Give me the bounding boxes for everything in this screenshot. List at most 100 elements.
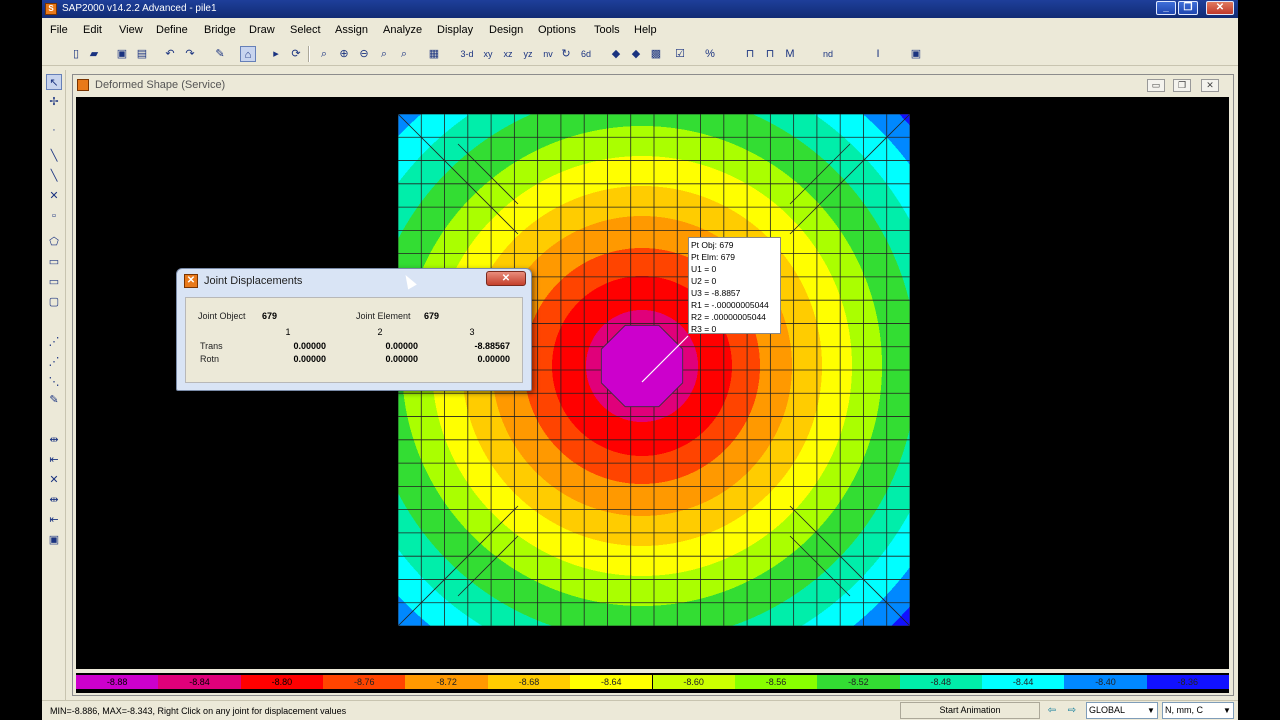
select-box-icon[interactable]: ▣: [46, 532, 62, 548]
print-icon[interactable]: ▤: [134, 46, 150, 62]
zoom-window-icon[interactable]: ⌕: [316, 46, 332, 62]
view-6d-button[interactable]: 6d: [578, 46, 594, 62]
dialog-title-bar[interactable]: ✕ Joint Displacements ✕: [177, 269, 531, 293]
snap-end-icon[interactable]: ⋰: [46, 354, 62, 370]
menu-help[interactable]: Help: [634, 23, 657, 37]
redo-icon[interactable]: ↷: [182, 46, 198, 62]
pencil-icon[interactable]: ✎: [212, 46, 228, 62]
frame-load-icon[interactable]: ⊓: [762, 46, 778, 62]
pan-icon[interactable]: ▦: [426, 46, 442, 62]
menu-file[interactable]: File: [50, 23, 68, 37]
zoom-previous-icon[interactable]: ⌕: [396, 46, 412, 62]
joint-displacements-dialog[interactable]: ✕ Joint Displacements ✕ Joint Object 679…: [176, 268, 532, 391]
menu-draw[interactable]: Draw: [249, 23, 275, 37]
check-icon[interactable]: ☑: [672, 46, 688, 62]
undo-icon[interactable]: ↶: [162, 46, 178, 62]
zoom-out-icon[interactable]: ⊖: [356, 46, 372, 62]
doc-minimize-button[interactable]: ▭: [1147, 79, 1165, 92]
menu-options[interactable]: Options: [538, 23, 576, 37]
rotate-view-button[interactable]: ↻: [558, 46, 574, 62]
step-left-icon[interactable]: ⇦: [1044, 703, 1060, 718]
units-select[interactable]: N, mm, C ▼: [1162, 702, 1234, 719]
refresh-icon[interactable]: ⟳: [288, 46, 304, 62]
view-xy-button[interactable]: xy: [480, 46, 496, 62]
close-button[interactable]: ✕: [1206, 1, 1234, 15]
start-animation-button[interactable]: Start Animation: [900, 702, 1040, 719]
set-display-icon[interactable]: ▩: [648, 46, 664, 62]
legend-segment: -8.40: [1064, 675, 1147, 689]
view-3d-button[interactable]: 3-d: [456, 46, 478, 62]
main-toolbar: ▯ ▰ ▣ ▤ ↶ ↷ ✎ ⌂ ▸ ⟳ ⌕ ⊕ ⊖ ⌕ ⌕ ▦ 3-d xy x…: [42, 42, 1238, 66]
percent-icon[interactable]: %: [702, 46, 718, 62]
minimize-button[interactable]: _: [1156, 1, 1176, 15]
save-icon[interactable]: ▣: [114, 46, 130, 62]
snap-mid-icon[interactable]: ⋱: [46, 374, 62, 390]
doc-close-button[interactable]: ✕: [1201, 79, 1219, 92]
run-icon[interactable]: ▸: [268, 46, 284, 62]
draw-point-icon[interactable]: ·: [46, 122, 62, 138]
draw-solid-icon[interactable]: ▢: [46, 294, 62, 310]
menu-bridge[interactable]: Bridge: [204, 23, 236, 37]
menu-edit[interactable]: Edit: [83, 23, 102, 37]
status-text: MIN=-8.886, MAX=-8.343, Right Click on a…: [50, 706, 347, 716]
frame-icon[interactable]: ⊓: [742, 46, 758, 62]
menu-display[interactable]: Display: [437, 23, 473, 37]
step-right-icon[interactable]: ⇨: [1064, 703, 1080, 718]
select-all-icon[interactable]: ⇹: [46, 432, 62, 448]
quick-frame-icon[interactable]: ✕: [46, 188, 62, 204]
rotn-value-2: 0.00000: [385, 354, 418, 364]
mesh-diagonal: [398, 114, 519, 235]
nd-icon[interactable]: nd: [820, 46, 836, 62]
draw-rect-area-icon[interactable]: ▭: [46, 254, 62, 270]
view-yz-button[interactable]: yz: [520, 46, 536, 62]
tooltip-line: Pt Obj: 679: [691, 240, 734, 250]
doc-restore-button[interactable]: ❐: [1173, 79, 1191, 92]
display-options-icon[interactable]: ▣: [908, 46, 924, 62]
move-down-icon[interactable]: ◆: [628, 46, 644, 62]
member-icon[interactable]: I: [870, 46, 886, 62]
legend-segment: -8.36: [1146, 675, 1229, 689]
reshape-icon[interactable]: ✢: [46, 94, 62, 110]
menu-define[interactable]: Define: [156, 23, 188, 37]
move-up-icon[interactable]: ◆: [608, 46, 624, 62]
menu-view[interactable]: View: [119, 23, 143, 37]
pointer-icon[interactable]: ↖: [46, 74, 62, 90]
menu-assign[interactable]: Assign: [335, 23, 368, 37]
get-previous-icon[interactable]: ⇤: [46, 452, 62, 468]
column-header: 2: [377, 327, 383, 337]
menu-design[interactable]: Design: [489, 23, 523, 37]
menu-select[interactable]: Select: [290, 23, 321, 37]
row-label-trans: Trans: [200, 341, 223, 351]
lock-icon[interactable]: ⌂: [240, 46, 256, 62]
row-label-rotn: Rotn: [200, 354, 220, 364]
legend-segment: -8.48: [899, 675, 982, 689]
legend-segment: -8.72: [405, 675, 488, 689]
draw-link-icon[interactable]: ▫: [46, 208, 62, 224]
zoom-in-icon[interactable]: ⊕: [336, 46, 352, 62]
view-xz-button[interactable]: xz: [500, 46, 516, 62]
view-nv-button[interactable]: nv: [540, 46, 556, 62]
select-line-icon[interactable]: ⇤: [46, 512, 62, 528]
menu-tools[interactable]: Tools: [594, 23, 620, 37]
zoom-all-icon[interactable]: ⌕: [376, 46, 392, 62]
dialog-close-button[interactable]: ✕: [486, 271, 526, 286]
draw-cable-icon[interactable]: ╲: [46, 168, 62, 184]
tooltip-line: R3 = 0: [691, 324, 717, 334]
clear-selection-icon[interactable]: ✕: [46, 472, 62, 488]
draw-poly-area-icon[interactable]: ⬠: [46, 234, 62, 250]
legend-segment: -8.60: [652, 675, 735, 689]
snap-point-icon[interactable]: ⋰: [46, 334, 62, 350]
intersecting-line-icon[interactable]: ⇹: [46, 492, 62, 508]
coord-system-select[interactable]: GLOBAL ▼: [1086, 702, 1158, 719]
tooltip-line: R1 = -.00000005044: [691, 300, 769, 310]
snap-perp-icon[interactable]: ✎: [46, 392, 62, 408]
open-folder-icon[interactable]: ▰: [86, 46, 102, 62]
new-file-icon[interactable]: ▯: [68, 46, 84, 62]
moment-diagram-icon[interactable]: M: [782, 46, 798, 62]
joint-element-value: 679: [424, 311, 440, 321]
quick-area-icon[interactable]: ▭: [46, 274, 62, 290]
chevron-down-icon: ▼: [1147, 706, 1155, 715]
draw-frame-icon[interactable]: ╲: [46, 148, 62, 164]
menu-analyze[interactable]: Analyze: [383, 23, 422, 37]
restore-button[interactable]: ❐: [1178, 1, 1198, 15]
